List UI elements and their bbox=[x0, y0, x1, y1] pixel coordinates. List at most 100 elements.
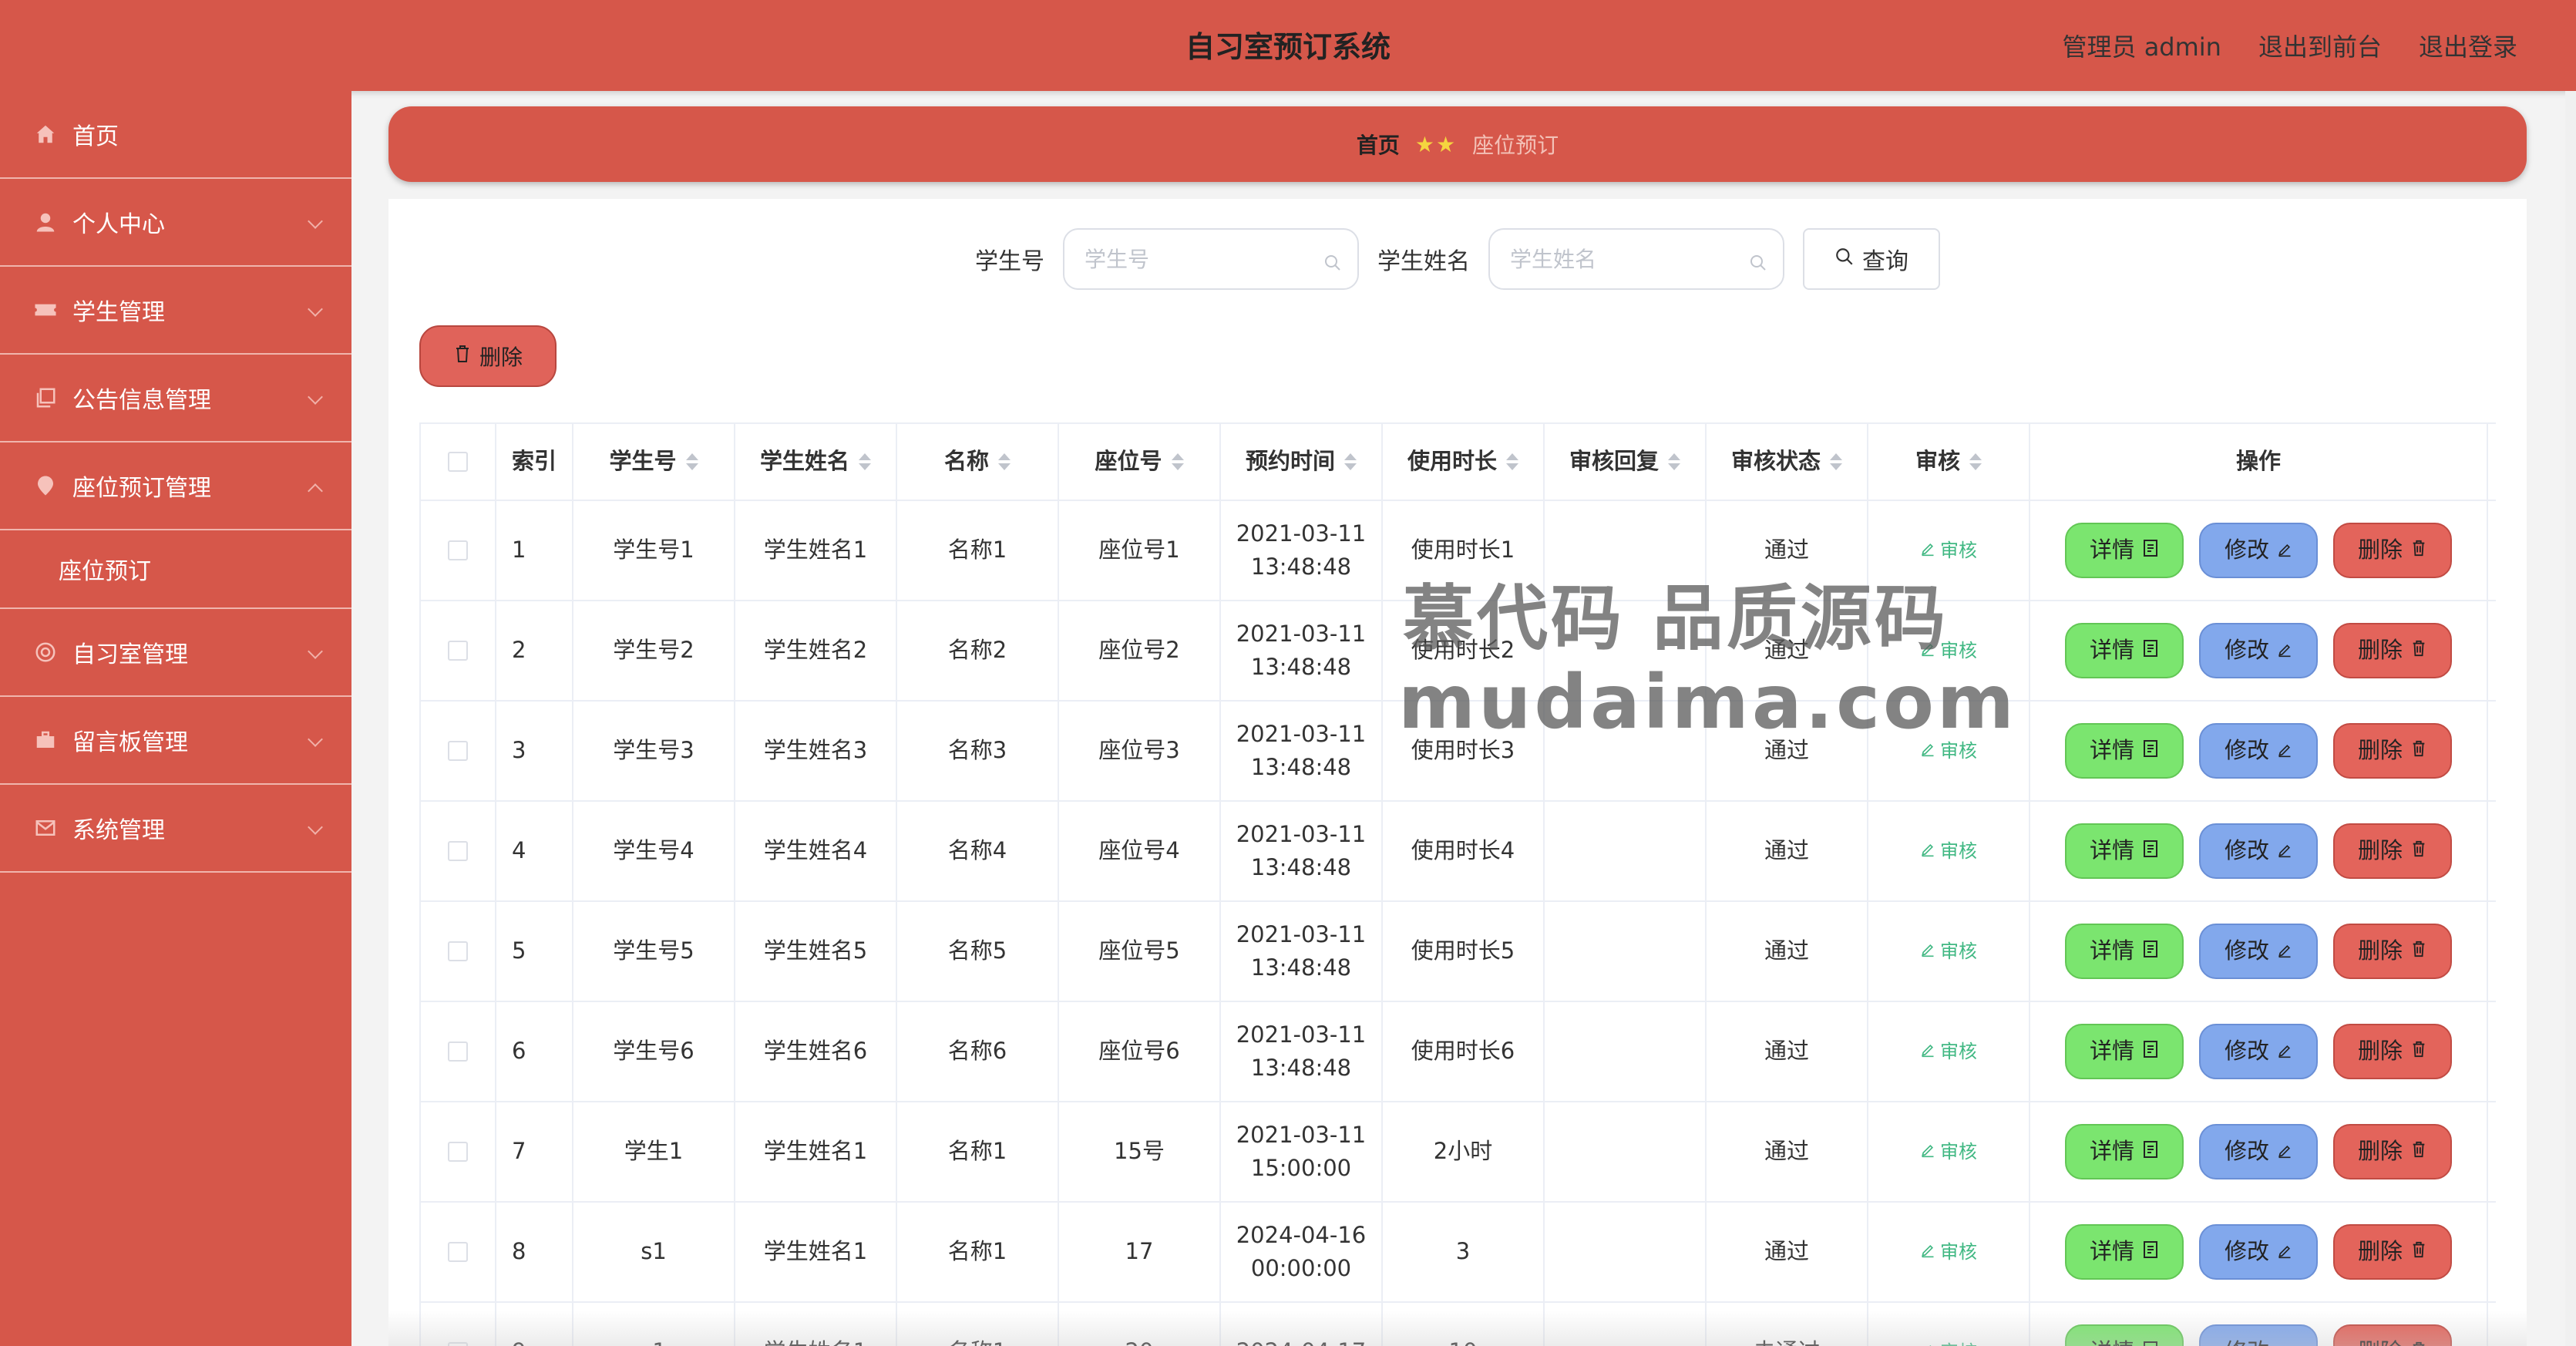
table-row: 6 学生号6 学生姓名6 名称6 座位号6 2021-03-11 13:48:48 使用时长6… bbox=[421, 1002, 2496, 1102]
sort-icon[interactable] bbox=[998, 453, 1011, 470]
detail-button[interactable]: 详情 bbox=[2065, 1224, 2184, 1280]
page-scrollbar[interactable] bbox=[2565, 91, 2576, 1346]
edit-button[interactable]: 修改 bbox=[2199, 924, 2318, 979]
edit-button[interactable]: 修改 bbox=[2199, 823, 2318, 879]
student-name-input[interactable] bbox=[1510, 246, 1734, 272]
delete-button[interactable]: 删除 bbox=[2333, 823, 2452, 879]
sort-icon[interactable] bbox=[859, 453, 871, 470]
row-checkbox[interactable] bbox=[448, 641, 468, 661]
edit-button[interactable]: 修改 bbox=[2199, 723, 2318, 779]
back-to-frontend-link[interactable]: 退出到前台 bbox=[2258, 28, 2382, 63]
delete-button[interactable]: 删除 bbox=[2333, 1324, 2452, 1346]
row-checkbox[interactable] bbox=[448, 941, 468, 961]
detail-button[interactable]: 详情 bbox=[2065, 924, 2184, 979]
row-checkbox[interactable] bbox=[448, 540, 468, 560]
audit-link[interactable]: 审核 bbox=[1920, 1138, 1977, 1166]
sidebar-item-system-management[interactable]: 系统管理 bbox=[0, 785, 351, 873]
sidebar-item-home[interactable]: 首页 bbox=[0, 91, 351, 179]
delete-button[interactable]: 删除 bbox=[2333, 1124, 2452, 1179]
row-checkbox[interactable] bbox=[448, 1342, 468, 1346]
reserve-date: 2021-03-11 bbox=[1236, 720, 1367, 747]
header-student-no[interactable]: 学生号 bbox=[573, 424, 735, 500]
edit-button[interactable]: 修改 bbox=[2199, 523, 2318, 578]
header-label: 审核回复 bbox=[1569, 448, 1659, 475]
delete-button[interactable]: 删除 bbox=[2333, 723, 2452, 779]
detail-label: 详情 bbox=[2089, 537, 2134, 564]
sort-icon[interactable] bbox=[1668, 453, 1680, 470]
header-name[interactable]: 名称 bbox=[897, 424, 1059, 500]
student-no-input[interactable] bbox=[1085, 246, 1308, 272]
row-checkbox[interactable] bbox=[448, 1041, 468, 1062]
audit-link[interactable]: 审核 bbox=[1920, 537, 1977, 564]
cell-audit: 审核 bbox=[1868, 1102, 2030, 1201]
sidebar-item-announcement[interactable]: 公告信息管理 bbox=[0, 355, 351, 442]
audit-link[interactable]: 审核 bbox=[1920, 837, 1977, 865]
header-label: 学生号 bbox=[609, 448, 677, 475]
sort-icon[interactable] bbox=[1506, 453, 1518, 470]
sort-icon[interactable] bbox=[1969, 453, 1982, 470]
audit-link[interactable]: 审核 bbox=[1920, 1338, 1977, 1346]
edit-button[interactable]: 修改 bbox=[2199, 623, 2318, 678]
admin-user-link[interactable]: 管理员 admin bbox=[2063, 28, 2221, 63]
detail-label: 详情 bbox=[2089, 637, 2134, 664]
detail-button[interactable]: 详情 bbox=[2065, 1124, 2184, 1179]
sidebar-item-personal-center[interactable]: 个人中心 bbox=[0, 179, 351, 267]
edit-button[interactable]: 修改 bbox=[2199, 1224, 2318, 1280]
edit-label: 修改 bbox=[2225, 1335, 2269, 1346]
sort-icon[interactable] bbox=[685, 453, 698, 470]
header-reserve-time[interactable]: 预约时间 bbox=[1221, 424, 1383, 500]
header-status[interactable]: 审核状态 bbox=[1707, 424, 1868, 500]
header-seat-no[interactable]: 座位号 bbox=[1059, 424, 1221, 500]
detail-button[interactable]: 详情 bbox=[2065, 623, 2184, 678]
edit-button[interactable]: 修改 bbox=[2199, 1024, 2318, 1079]
cell-ops: 详情 修改 删除 bbox=[2030, 802, 2488, 900]
cell-index: 2 bbox=[496, 601, 573, 700]
sidebar-subitem-seat-reservation[interactable]: 座位预订 bbox=[0, 530, 351, 609]
header-audit[interactable]: 审核 bbox=[1868, 424, 2030, 500]
audit-link[interactable]: 审核 bbox=[1920, 1038, 1977, 1065]
breadcrumb-home[interactable]: 首页 bbox=[1357, 129, 1400, 160]
delete-label: 删除 bbox=[2357, 1038, 2403, 1065]
sort-icon[interactable] bbox=[1171, 453, 1184, 470]
header-student-name[interactable]: 学生姓名 bbox=[735, 424, 897, 500]
edit-pencil-icon bbox=[1920, 637, 1935, 665]
sidebar-item-seat-reservation-management[interactable]: 座位预订管理 bbox=[0, 442, 351, 530]
detail-button[interactable]: 详情 bbox=[2065, 523, 2184, 578]
delete-button[interactable]: 删除 bbox=[2333, 924, 2452, 979]
sidebar-item-student-management[interactable]: 学生管理 bbox=[0, 267, 351, 355]
sidebar-item-message-board[interactable]: 留言板管理 bbox=[0, 697, 351, 785]
sort-icon[interactable] bbox=[1830, 453, 1842, 470]
select-all-checkbox[interactable] bbox=[448, 452, 468, 472]
header-duration[interactable]: 使用时长 bbox=[1383, 424, 1545, 500]
edit-button[interactable]: 修改 bbox=[2199, 1124, 2318, 1179]
detail-button[interactable]: 详情 bbox=[2065, 1024, 2184, 1079]
row-checkbox[interactable] bbox=[448, 1242, 468, 1262]
cell-duration: 使用时长2 bbox=[1383, 601, 1545, 700]
delete-button[interactable]: 删除 bbox=[2333, 1224, 2452, 1280]
delete-button[interactable]: 删除 bbox=[2333, 1024, 2452, 1079]
header-reply[interactable]: 审核回复 bbox=[1545, 424, 1707, 500]
cell-student-no: s1 bbox=[573, 1203, 735, 1301]
audit-link[interactable]: 审核 bbox=[1920, 737, 1977, 765]
row-checkbox[interactable] bbox=[448, 1142, 468, 1162]
logout-link[interactable]: 退出登录 bbox=[2419, 28, 2517, 63]
detail-button[interactable]: 详情 bbox=[2065, 723, 2184, 779]
audit-link[interactable]: 审核 bbox=[1920, 637, 1977, 665]
query-button[interactable]: 查询 bbox=[1803, 228, 1940, 290]
detail-button[interactable]: 详情 bbox=[2065, 823, 2184, 879]
batch-delete-button[interactable]: 删除 bbox=[419, 325, 557, 387]
top-header: 自习室预订系统 管理员 admin 退出到前台 退出登录 bbox=[0, 0, 2576, 91]
sidebar-item-label: 自习室管理 bbox=[72, 641, 188, 668]
audit-link[interactable]: 审核 bbox=[1920, 937, 1977, 965]
edit-button[interactable]: 修改 bbox=[2199, 1324, 2318, 1346]
delete-button[interactable]: 删除 bbox=[2333, 523, 2452, 578]
sort-icon[interactable] bbox=[1344, 453, 1357, 470]
row-checkbox[interactable] bbox=[448, 741, 468, 761]
detail-button[interactable]: 详情 bbox=[2065, 1324, 2184, 1346]
sidebar-item-study-room-management[interactable]: 自习室管理 bbox=[0, 609, 351, 697]
edit-label: 修改 bbox=[2224, 737, 2269, 764]
audit-link[interactable]: 审核 bbox=[1920, 1238, 1977, 1266]
cell-duration: 3 bbox=[1383, 1203, 1545, 1301]
row-checkbox[interactable] bbox=[448, 841, 468, 861]
delete-button[interactable]: 删除 bbox=[2333, 623, 2452, 678]
